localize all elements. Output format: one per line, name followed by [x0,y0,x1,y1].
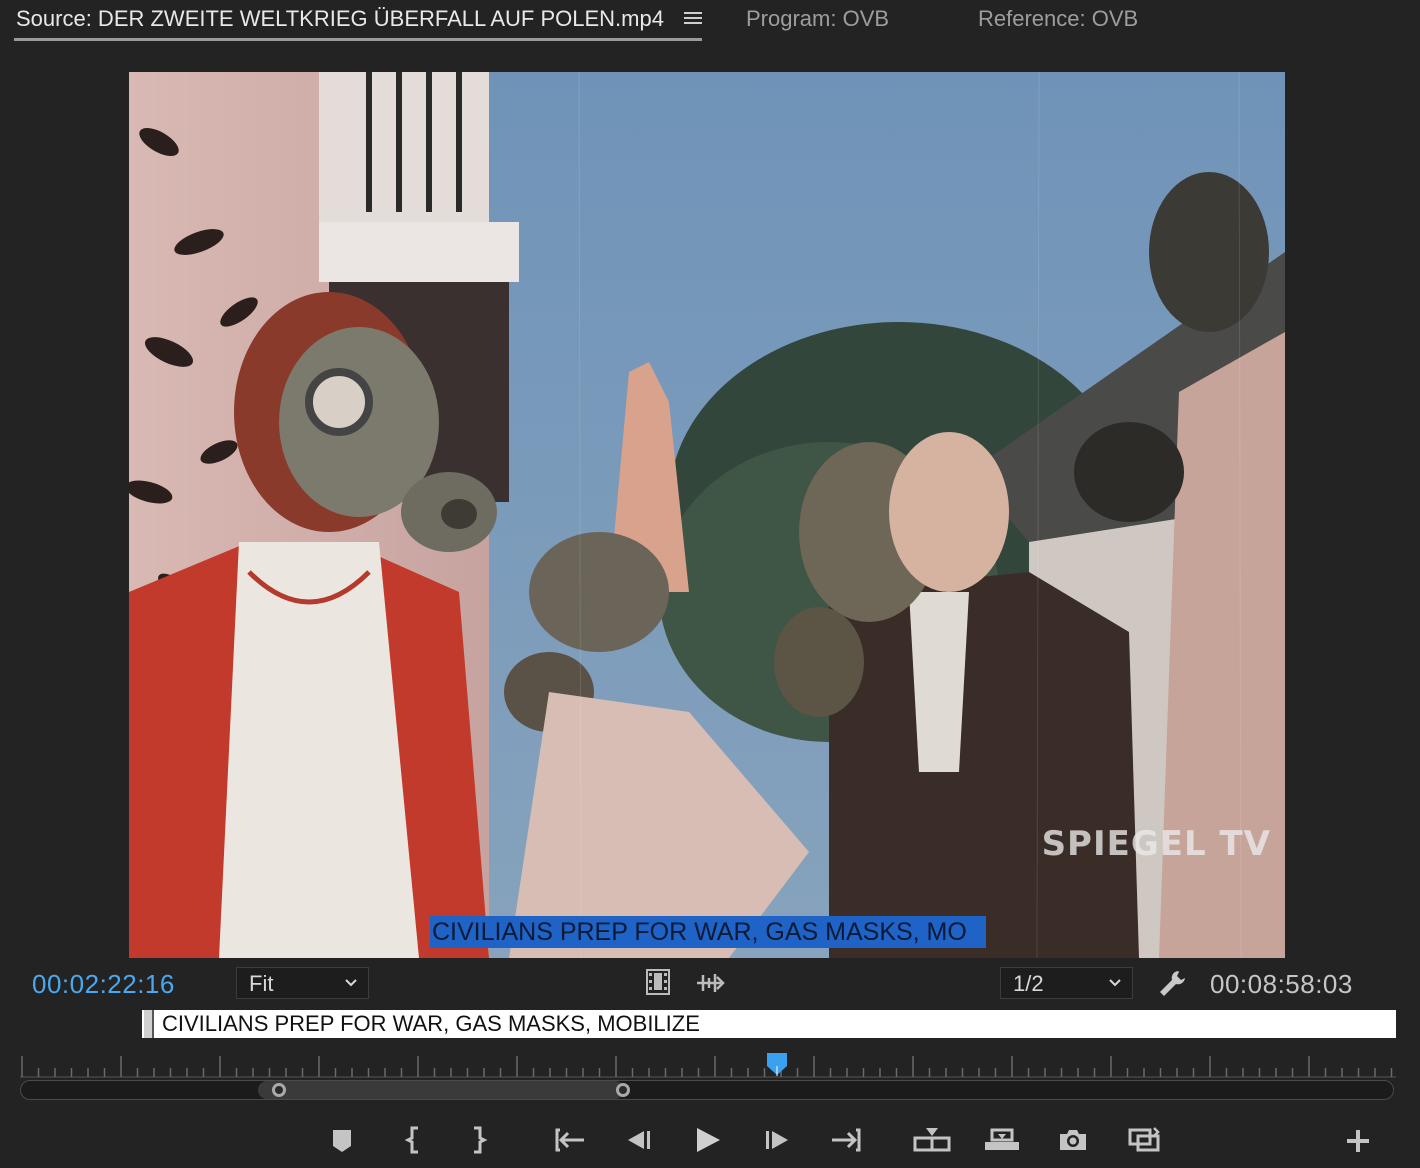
zoom-level-dropdown[interactable]: Fit [236,967,369,999]
panel-tab-bar: Source: DER ZWEITE WELTKRIEG ÜBERFALL AU… [0,0,1420,44]
zoom-level-value: Fit [249,971,274,996]
duration-timecode: 00:08:58:03 [1210,969,1353,999]
source-monitor-viewer[interactable]: SPIEGEL TV CIVILIANS PREP FOR WAR, GAS M… [129,72,1285,958]
mark-out-icon[interactable] [462,1124,494,1156]
zoom-scroll-handle-start[interactable] [272,1083,286,1097]
video-watermark: SPIEGEL TV [1041,824,1271,864]
caption-text-field[interactable] [162,1010,1382,1038]
zoom-scroll-bar[interactable] [20,1080,1394,1100]
go-to-out-icon[interactable] [830,1124,862,1156]
tab-source[interactable]: Source: DER ZWEITE WELTKRIEG ÜBERFALL AU… [16,6,664,32]
toggle-proxies-icon[interactable] [1126,1124,1162,1156]
zoom-scroll-handle-end[interactable] [616,1083,630,1097]
tab-program[interactable]: Program: OVB [746,6,889,32]
overwrite-icon[interactable] [982,1124,1022,1156]
caption-trim-handle[interactable] [144,1010,154,1038]
zoom-scroll-thumb[interactable] [258,1081,624,1099]
step-back-icon[interactable] [622,1124,654,1156]
camera-icon[interactable] [1057,1124,1089,1156]
caption-edit-bar[interactable] [142,1010,1396,1038]
plus-icon[interactable] [1344,1127,1372,1155]
tab-reference[interactable]: Reference: OVB [978,6,1138,32]
playhead-marker[interactable] [766,1052,788,1076]
go-to-in-icon[interactable] [554,1124,586,1156]
wrench-icon[interactable] [1156,968,1188,998]
drag-audio-only-icon[interactable] [695,970,725,996]
step-forward-icon[interactable] [762,1124,794,1156]
insert-icon[interactable] [912,1124,952,1156]
caption-overlay-text[interactable]: CIVILIANS PREP FOR WAR, GAS MASKS, MO [430,916,986,948]
drag-video-only-icon[interactable] [645,968,671,996]
add-marker-icon[interactable] [326,1124,358,1156]
panel-menu-icon[interactable] [684,9,702,27]
play-icon[interactable] [692,1124,724,1156]
chevron-down-icon [345,979,357,987]
playback-resolution-value: 1/2 [1013,971,1044,996]
active-tab-indicator [14,38,702,41]
chevron-down-icon [1109,979,1121,987]
current-timecode[interactable]: 00:02:22:16 [32,969,175,1000]
playback-resolution-dropdown[interactable]: 1/2 [1000,967,1133,999]
mark-in-icon[interactable] [398,1124,430,1156]
time-ruler[interactable] [20,1050,1396,1078]
